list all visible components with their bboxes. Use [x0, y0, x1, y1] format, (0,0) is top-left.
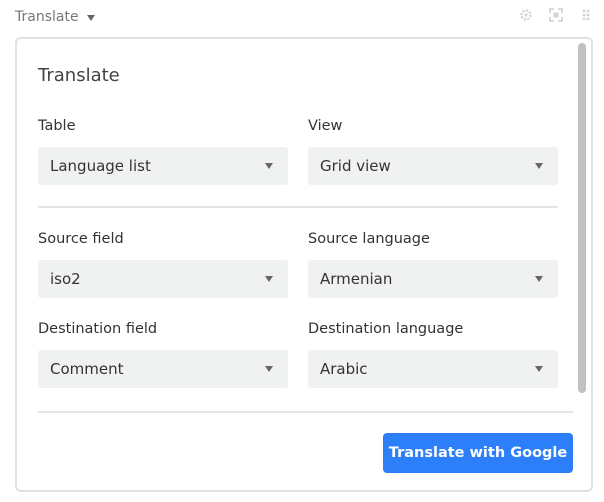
source-field-value: iso2: [50, 270, 81, 288]
app-title-dropdown[interactable]: Translate: [15, 9, 95, 25]
destination-field-label: Destination field: [38, 321, 158, 337]
app-title-label: Translate: [15, 9, 79, 25]
fullscreen-icon[interactable]: [548, 7, 564, 23]
chevron-down-icon: [535, 163, 543, 169]
chevron-down-icon: [265, 276, 273, 282]
table-label: Table: [38, 118, 76, 134]
header-icons: [518, 7, 594, 23]
translate-with-google-button[interactable]: Translate with Google: [383, 433, 573, 473]
source-language-label: Source language: [308, 231, 430, 247]
destination-language-value: Arabic: [320, 360, 368, 378]
source-field-select[interactable]: iso2: [38, 260, 288, 298]
view-select-value: Grid view: [320, 157, 391, 175]
chevron-down-icon: [535, 276, 543, 282]
chevron-down-icon: [535, 366, 543, 372]
destination-language-select[interactable]: Arabic: [308, 350, 558, 388]
gear-icon[interactable]: [518, 7, 534, 23]
app-header: Translate: [0, 0, 604, 34]
view-label: View: [308, 118, 343, 134]
section-divider: [38, 206, 558, 208]
table-select[interactable]: Language list: [38, 147, 288, 185]
destination-language-label: Destination language: [308, 321, 464, 337]
panel-title: Translate: [38, 65, 120, 86]
destination-field-value: Comment: [50, 360, 124, 378]
translate-panel: Translate Table Language list View Grid …: [15, 37, 593, 492]
chevron-down-icon: [265, 366, 273, 372]
destination-field-select[interactable]: Comment: [38, 350, 288, 388]
table-select-value: Language list: [50, 157, 151, 175]
chevron-down-icon: [265, 163, 273, 169]
chevron-down-icon: [86, 14, 95, 21]
drag-handle-icon[interactable]: [578, 7, 594, 23]
source-language-value: Armenian: [320, 270, 393, 288]
footer-divider: [38, 411, 573, 413]
scrollbar[interactable]: [578, 43, 586, 488]
source-language-select[interactable]: Armenian: [308, 260, 558, 298]
source-field-label: Source field: [38, 231, 124, 247]
view-select[interactable]: Grid view: [308, 147, 558, 185]
scrollbar-thumb[interactable]: [578, 43, 586, 393]
